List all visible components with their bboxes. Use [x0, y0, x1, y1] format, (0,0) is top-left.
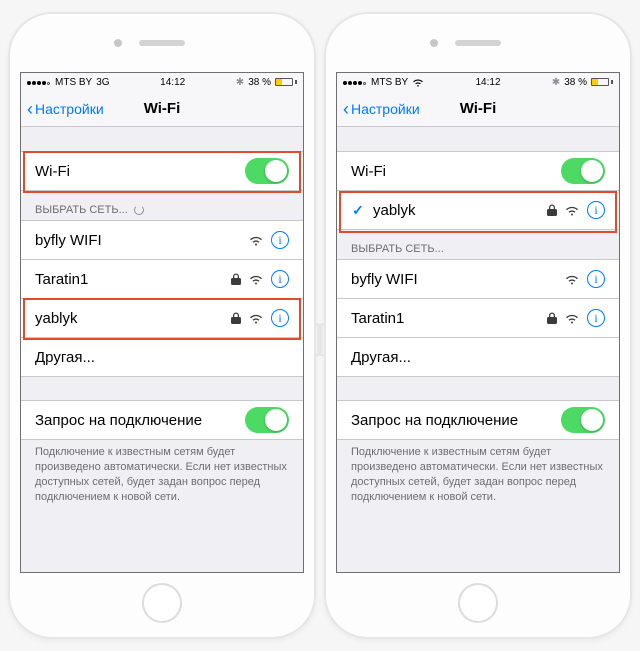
ask-to-join-row[interactable]: Запрос на подключение [21, 400, 303, 440]
network-row[interactable]: byfly WIFI i [337, 259, 619, 299]
wifi-signal-icon [565, 313, 579, 324]
back-label: Настройки [35, 101, 104, 117]
clock: 14:12 [476, 77, 501, 88]
network-name: Taratin1 [35, 271, 88, 288]
section-choose-label: ВЫБРАТЬ СЕТЬ... [351, 243, 444, 255]
nav-bar: ‹ Настройки Wi-Fi [337, 91, 619, 127]
other-label: Другая... [351, 349, 411, 366]
home-button[interactable] [142, 583, 182, 623]
network-name: Taratin1 [351, 310, 404, 327]
phone-camera [114, 39, 122, 47]
nav-bar: ‹ Настройки Wi-Fi [21, 91, 303, 127]
info-icon[interactable]: i [271, 270, 289, 288]
lock-icon [547, 312, 557, 324]
network-name: byfly WIFI [35, 232, 102, 249]
info-icon[interactable]: i [587, 270, 605, 288]
phone-camera [430, 39, 438, 47]
battery-icon [591, 78, 613, 86]
clock: 14:12 [160, 77, 185, 88]
ask-to-join-toggle[interactable] [245, 407, 289, 433]
phone-speaker [455, 40, 501, 46]
page-title: Wi-Fi [144, 100, 181, 117]
content: Wi-Fi ВЫБРАТЬ СЕТЬ... byfly WIFI i Tarat… [21, 127, 303, 572]
other-network-row[interactable]: Другая... [337, 337, 619, 377]
screen-right: MTS BY 14:12 ✱ 38 % ‹ Настройки Wi-Fi Wi… [336, 72, 620, 573]
back-button[interactable]: ‹ Настройки [343, 100, 420, 118]
home-button[interactable] [458, 583, 498, 623]
wifi-toggle[interactable] [245, 158, 289, 184]
section-choose-network: ВЫБРАТЬ СЕТЬ... [21, 200, 303, 220]
network-name: yablyk [373, 202, 416, 219]
wifi-master-row[interactable]: Wi-Fi [21, 151, 303, 191]
network-row[interactable]: yablyk i [21, 298, 303, 338]
wifi-signal-icon [565, 205, 579, 216]
lock-icon [547, 204, 557, 216]
device-frame-left: MTS BY 3G 14:12 ✱ 38 % ‹ Настройки Wi-Fi… [8, 12, 316, 639]
info-icon[interactable]: i [587, 201, 605, 219]
battery-percent: 38 % [564, 77, 587, 88]
network-type: 3G [96, 77, 109, 88]
network-row[interactable]: Taratin1 i [337, 298, 619, 338]
lock-icon [231, 273, 241, 285]
screen-left: MTS BY 3G 14:12 ✱ 38 % ‹ Настройки Wi-Fi… [20, 72, 304, 573]
wifi-signal-icon [249, 313, 263, 324]
other-label: Другая... [35, 349, 95, 366]
network-name: yablyk [35, 310, 78, 327]
wifi-signal-icon [249, 274, 263, 285]
wifi-signal-icon [565, 274, 579, 285]
wifi-master-label: Wi-Fi [35, 163, 70, 180]
ask-to-join-toggle[interactable] [561, 407, 605, 433]
status-bar: MTS BY 3G 14:12 ✱ 38 % [21, 73, 303, 91]
carrier-label: MTS BY [371, 77, 408, 88]
section-choose-network: ВЫБРАТЬ СЕТЬ... [337, 239, 619, 259]
footer-note: Подключение к известным сетям будет прои… [21, 439, 303, 504]
checkmark-icon: ✓ [351, 202, 365, 219]
lock-icon [231, 312, 241, 324]
info-icon[interactable]: i [271, 309, 289, 327]
section-choose-label: ВЫБРАТЬ СЕТЬ... [35, 204, 128, 216]
bluetooth-icon: ✱ [236, 77, 244, 88]
carrier-label: MTS BY [55, 77, 92, 88]
phone-speaker [139, 40, 185, 46]
back-button[interactable]: ‹ Настройки [27, 100, 104, 118]
info-icon[interactable]: i [271, 231, 289, 249]
wifi-toggle[interactable] [561, 158, 605, 184]
other-network-row[interactable]: Другая... [21, 337, 303, 377]
wifi-master-label: Wi-Fi [351, 163, 386, 180]
chevron-left-icon: ‹ [27, 100, 33, 118]
page-title: Wi-Fi [460, 100, 497, 117]
content: Wi-Fi ✓ yablyk i ВЫБРАТЬ СЕТЬ... byfly W… [337, 127, 619, 572]
footer-note: Подключение к известным сетям будет прои… [337, 439, 619, 504]
ask-to-join-label: Запрос на подключение [35, 412, 202, 429]
connected-network-row[interactable]: ✓ yablyk i [337, 190, 619, 230]
wifi-master-row[interactable]: Wi-Fi [337, 151, 619, 191]
battery-percent: 38 % [248, 77, 271, 88]
chevron-left-icon: ‹ [343, 100, 349, 118]
wifi-signal-icon [249, 235, 263, 246]
network-name: byfly WIFI [351, 271, 418, 288]
signal-dots-icon [27, 77, 51, 88]
bluetooth-icon: ✱ [552, 77, 560, 88]
info-icon[interactable]: i [587, 309, 605, 327]
device-frame-right: MTS BY 14:12 ✱ 38 % ‹ Настройки Wi-Fi Wi… [324, 12, 632, 639]
network-row[interactable]: byfly WIFI i [21, 220, 303, 260]
network-row[interactable]: Taratin1 i [21, 259, 303, 299]
ask-to-join-row[interactable]: Запрос на подключение [337, 400, 619, 440]
back-label: Настройки [351, 101, 420, 117]
signal-dots-icon [343, 77, 367, 88]
spinner-icon [134, 205, 144, 215]
status-bar: MTS BY 14:12 ✱ 38 % [337, 73, 619, 91]
wifi-status-icon [412, 78, 424, 87]
ask-to-join-label: Запрос на подключение [351, 412, 518, 429]
battery-icon [275, 78, 297, 86]
